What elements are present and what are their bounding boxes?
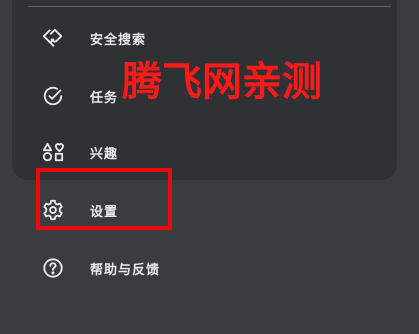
shield-hand-icon [36, 26, 78, 50]
help-circle-icon [36, 256, 78, 280]
menu-label-interests: 兴趣 [90, 146, 119, 162]
menu-label-help-feedback: 帮助与反馈 [90, 262, 161, 278]
menu-item-interests[interactable]: 兴趣 [36, 132, 118, 172]
settings-highlight-box [36, 168, 172, 230]
menu-divider [28, 6, 391, 7]
check-circle-icon [36, 84, 78, 108]
shapes-interests-icon [36, 140, 78, 164]
menu-label-tasks: 任务 [90, 90, 119, 106]
menu-item-safe-search[interactable]: 安全搜索 [36, 18, 146, 58]
watermark-overlay: 腾飞网亲测 [122, 59, 322, 105]
menu-label-safe-search: 安全搜索 [90, 32, 147, 48]
menu-item-help-feedback[interactable]: 帮助与反馈 [36, 248, 160, 288]
menu-item-tasks[interactable]: 任务 [36, 76, 118, 116]
